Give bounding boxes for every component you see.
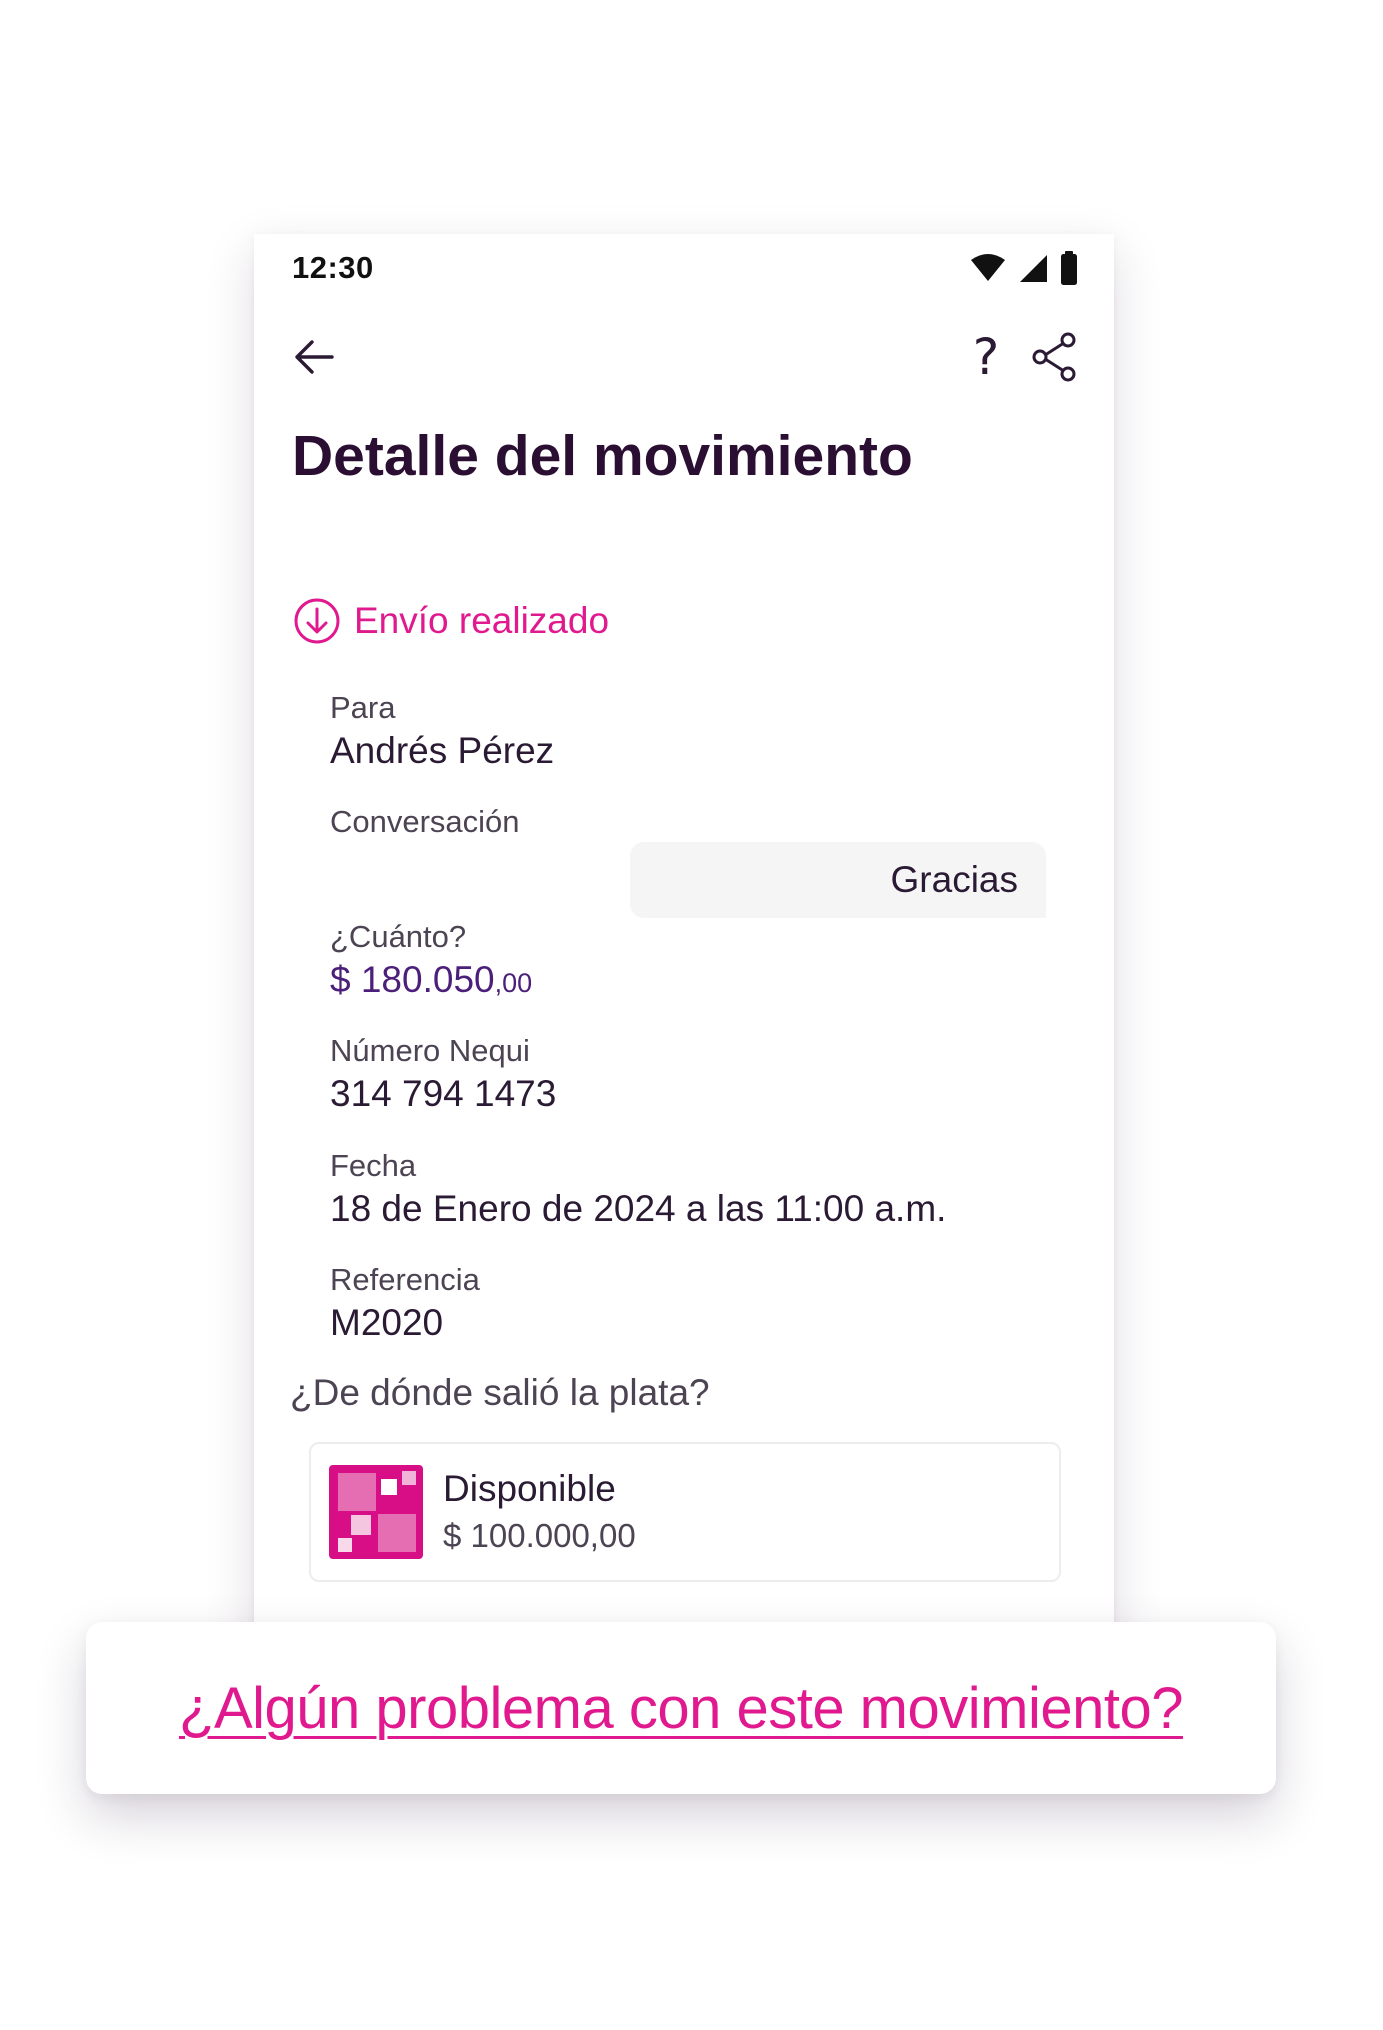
battery-icon xyxy=(1060,251,1078,285)
app-bar: ? xyxy=(290,322,1078,392)
arrow-down-circle-icon xyxy=(294,598,340,644)
conversation-label: Conversación xyxy=(330,804,520,839)
nequi-number-value: 314 794 1473 xyxy=(330,1073,557,1114)
share-button[interactable] xyxy=(1024,322,1084,392)
report-problem-link[interactable]: ¿Algún problema con este movimiento? xyxy=(179,1675,1183,1742)
status-bar: 12:30 xyxy=(292,244,1078,292)
field-amount: ¿Cuánto? $ 180.050,00 xyxy=(330,919,532,1006)
amount-value: $ 180.050,00 xyxy=(330,957,532,1006)
source-pocket-card[interactable]: Disponible $ 100.000,00 xyxy=(309,1442,1061,1582)
field-recipient: Para Andrés Pérez xyxy=(330,690,554,774)
back-button[interactable] xyxy=(284,322,344,392)
amount-label: ¿Cuánto? xyxy=(330,919,467,954)
conversation-message: Gracias xyxy=(630,842,1046,918)
amount-cents: ,00 xyxy=(494,968,533,998)
status-time: 12:30 xyxy=(292,250,374,285)
field-reference: Referencia M2020 xyxy=(330,1262,480,1346)
date-label: Fecha xyxy=(330,1148,417,1183)
cellular-signal-icon xyxy=(1018,253,1048,283)
source-question: ¿De dónde salió la plata? xyxy=(290,1372,710,1413)
problem-card: ¿Algún problema con este movimiento? xyxy=(86,1622,1276,1794)
wifi-icon xyxy=(970,254,1006,282)
reference-value: M2020 xyxy=(330,1302,444,1343)
phone-screen: 12:30 ? Detalle del movimiento Envío rea… xyxy=(254,234,1114,1664)
help-icon: ? xyxy=(972,328,1000,386)
field-conversation: Conversación xyxy=(330,804,520,840)
pocket-name: Disponible xyxy=(443,1468,616,1509)
recipient-value: Andrés Pérez xyxy=(330,730,555,771)
recipient-label: Para xyxy=(330,690,396,725)
arrow-left-icon xyxy=(295,340,334,374)
pocket-text: Disponible $ 100.000,00 xyxy=(443,1467,636,1557)
help-button[interactable]: ? xyxy=(956,322,1016,392)
status-icons xyxy=(970,251,1078,285)
amount-main: $ 180.050 xyxy=(330,959,495,1000)
page-title: Detalle del movimiento xyxy=(292,424,913,488)
field-nequi-number: Número Nequi 314 794 1473 xyxy=(330,1033,556,1117)
reference-label: Referencia xyxy=(330,1262,480,1297)
pocket-amount: $ 100.000,00 xyxy=(443,1517,636,1554)
date-value: 18 de Enero de 2024 a las 11:00 a.m. xyxy=(330,1188,947,1229)
status-label: Envío realizado xyxy=(354,600,610,641)
nequi-number-label: Número Nequi xyxy=(330,1033,530,1068)
field-date: Fecha 18 de Enero de 2024 a las 11:00 a.… xyxy=(330,1148,946,1232)
pocket-grid-icon xyxy=(329,1465,423,1559)
movement-status: Envío realizado xyxy=(292,596,609,646)
share-icon xyxy=(1032,332,1076,382)
